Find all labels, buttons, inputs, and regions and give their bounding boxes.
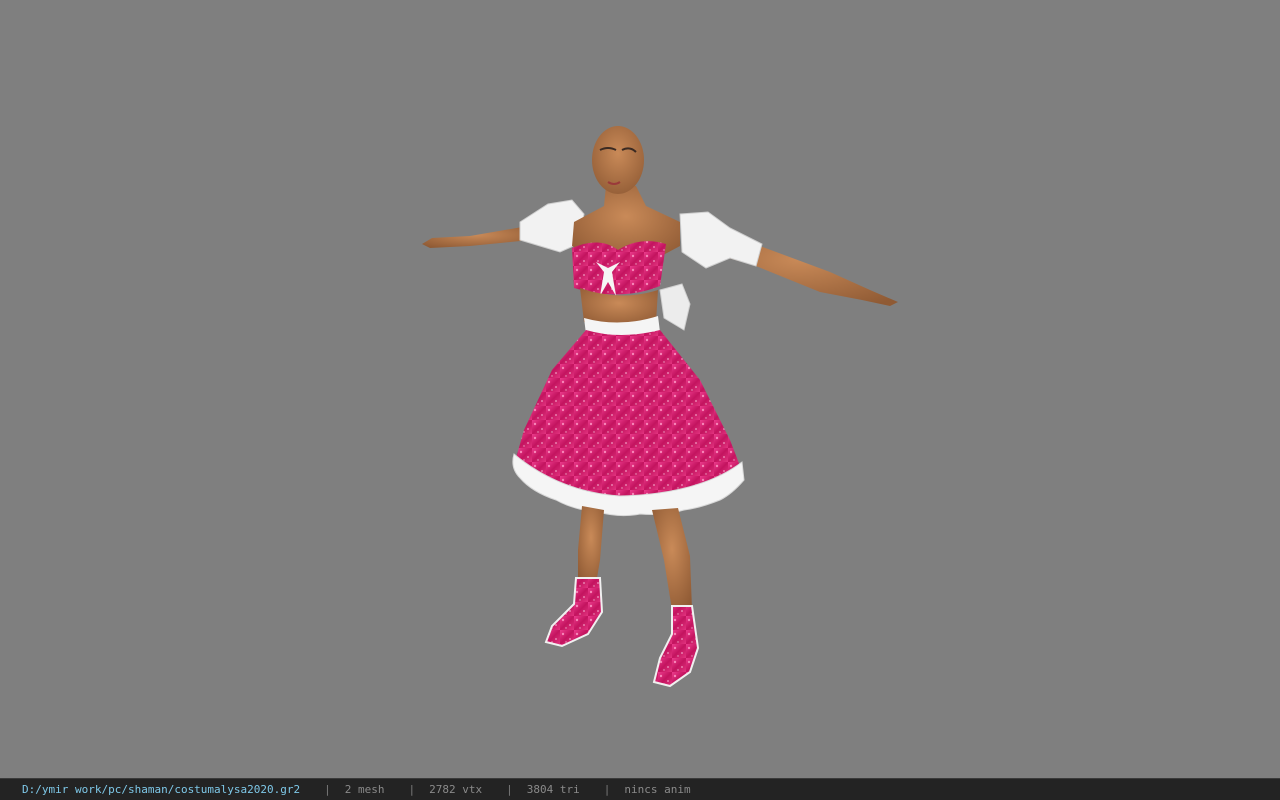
character-model	[422, 126, 898, 688]
separator: |	[603, 783, 611, 796]
separator: |	[324, 783, 331, 796]
left-shoe	[544, 577, 604, 648]
separator: |	[506, 783, 513, 796]
back-bow	[659, 283, 691, 331]
left-arm	[422, 226, 530, 248]
3d-viewport[interactable]	[0, 0, 1280, 778]
vertex-count: 2782 vtx	[429, 783, 483, 796]
file-path: D:/ymir work/pc/shaman/costumalysa2020.g…	[22, 783, 301, 796]
left-leg	[578, 506, 604, 584]
right-sleeve	[679, 211, 763, 269]
status-bar: D:/ymir work/pc/shaman/costumalysa2020.g…	[0, 778, 1280, 800]
right-shoe	[652, 605, 700, 688]
separator: |	[408, 783, 416, 796]
mesh-count: 2 mesh	[344, 783, 385, 796]
right-leg	[652, 508, 692, 610]
animation-status: nincs anim	[624, 783, 691, 796]
triangle-count: 3804 tri	[526, 783, 580, 796]
